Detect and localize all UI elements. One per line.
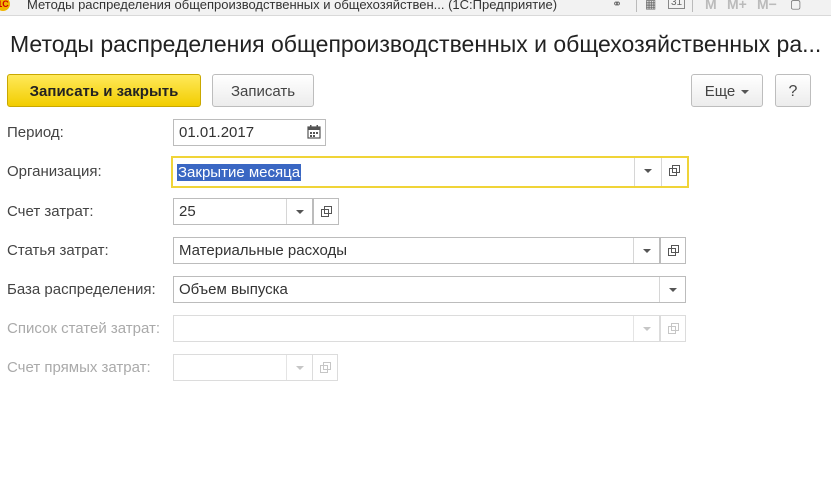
cost-account-dropdown-button[interactable] — [286, 199, 312, 224]
distribution-base-dropdown-button[interactable] — [659, 277, 685, 302]
memory-minus-button[interactable]: M− — [757, 0, 777, 12]
direct-cost-account-field — [173, 354, 313, 381]
calculator-icon[interactable]: ▦ — [645, 0, 656, 11]
toolbar-separator — [692, 0, 693, 12]
organization-open-button[interactable] — [661, 158, 687, 186]
cost-account-field[interactable]: 25 — [173, 198, 313, 225]
cost-item-label: Статья затрат: — [7, 242, 109, 259]
cost-items-list-field — [173, 315, 660, 342]
cost-item-dropdown-button[interactable] — [633, 238, 659, 263]
organization-label: Организация: — [7, 163, 102, 180]
chevron-down-icon — [741, 90, 750, 95]
toolbar-separator — [636, 0, 637, 12]
cost-items-list-label: Список статей затрат: — [7, 320, 161, 337]
cost-items-list-dropdown-button — [633, 316, 659, 341]
organization-field[interactable]: Закрытие месяца — [171, 156, 689, 188]
calendar-icon[interactable] — [305, 123, 323, 142]
help-button[interactable]: ? — [775, 74, 811, 107]
save-and-close-button[interactable]: Записать и закрыть — [7, 74, 201, 107]
window-title: Методы распределения общепроизводственны… — [27, 0, 558, 12]
memory-plus-button[interactable]: M+ — [727, 0, 747, 12]
direct-cost-account-label: Счет прямых затрат: — [7, 359, 151, 376]
minimize-icon[interactable]: ▢ — [790, 0, 801, 11]
organization-dropdown-button[interactable] — [634, 158, 660, 186]
1c-logo-icon: 1C — [0, 0, 10, 11]
cost-item-field[interactable]: Материальные расходы — [173, 237, 660, 264]
direct-cost-account-dropdown-button — [286, 355, 312, 380]
cost-account-label: Счет затрат: — [7, 203, 94, 220]
distribution-base-field[interactable]: Объем выпуска — [173, 276, 686, 303]
cost-account-value: 25 — [179, 203, 196, 220]
distribution-base-value: Объем выпуска — [179, 281, 288, 298]
distribution-base-label: База распределения: — [7, 281, 156, 298]
calendar-icon[interactable]: 31 — [668, 0, 686, 9]
memory-button[interactable]: M — [705, 0, 717, 12]
save-button[interactable]: Записать — [212, 74, 314, 107]
organization-value: Закрытие месяца — [177, 164, 302, 181]
direct-cost-account-open-button — [312, 354, 338, 381]
period-field[interactable]: 01.01.2017 — [173, 119, 326, 146]
more-button[interactable]: Еще — [691, 74, 763, 107]
cost-account-open-button[interactable] — [313, 198, 339, 225]
cost-items-list-open-button — [660, 315, 686, 342]
page-title: Методы распределения общепроизводственны… — [10, 31, 822, 57]
period-value: 01.01.2017 — [179, 124, 255, 141]
cost-item-open-button[interactable] — [660, 237, 686, 264]
period-label: Период: — [7, 124, 64, 141]
cost-item-value: Материальные расходы — [179, 242, 347, 259]
window-title-bar: 1C Методы распределения общепроизводстве… — [0, 0, 831, 16]
more-label: Еще — [704, 83, 736, 100]
link-icon[interactable]: ⚭ — [612, 0, 622, 11]
